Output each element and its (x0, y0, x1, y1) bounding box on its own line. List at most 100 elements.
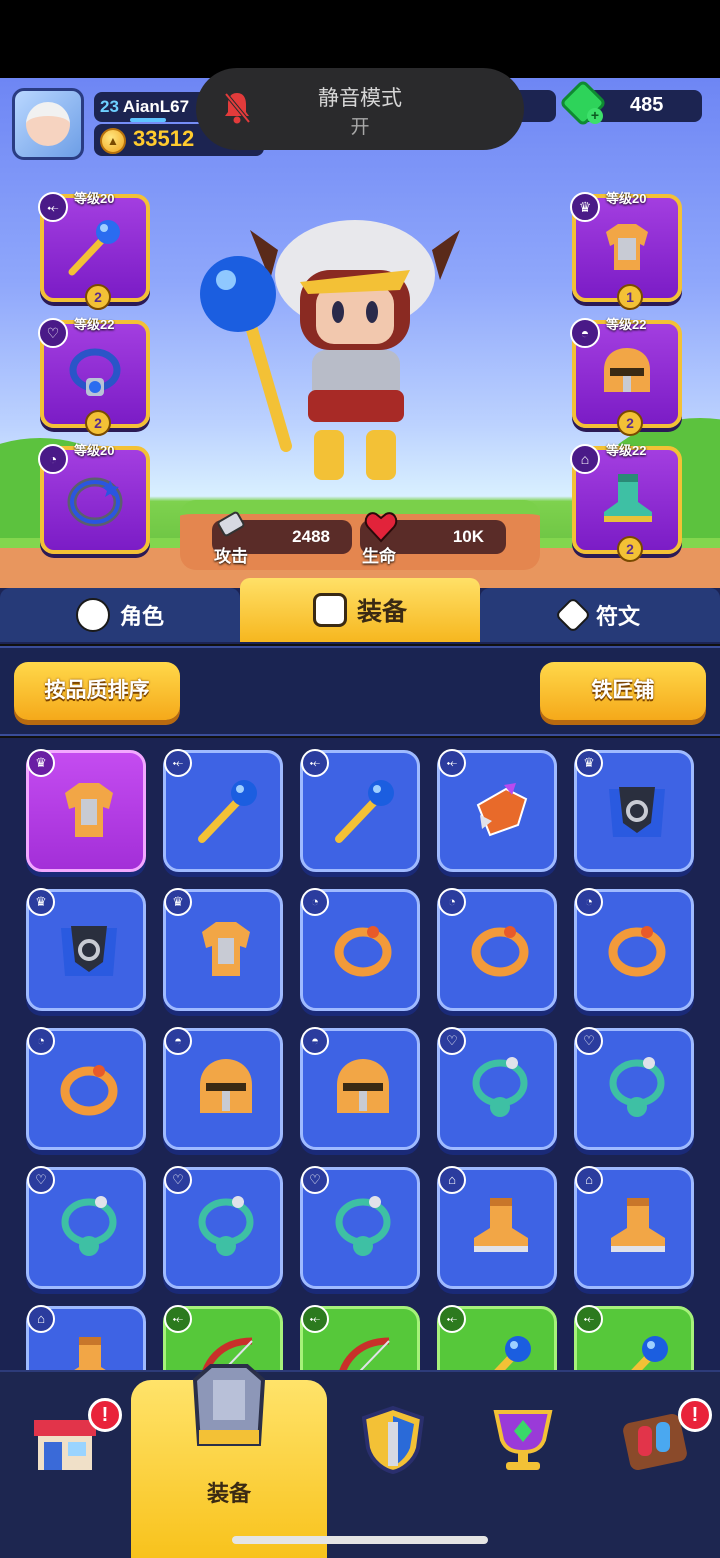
inventory-item[interactable]: ⤝ (437, 749, 557, 872)
inventory-item[interactable]: ◓ (163, 1027, 283, 1150)
inventory-item[interactable]: ⌂ (437, 1166, 557, 1289)
item-type-icon: ◓ (301, 1027, 329, 1055)
inventory-item[interactable]: ♡ (26, 1166, 146, 1289)
slot-helmet[interactable]: 等级22 ◓ 2 (570, 317, 682, 436)
item-type-icon: ⌂ (438, 1166, 466, 1194)
inventory-item[interactable]: ◓ (300, 1027, 420, 1150)
events-alert-badge: ! (678, 1398, 712, 1432)
inventory-item[interactable]: ◔ (574, 888, 694, 1011)
slot-stars: 2 (85, 410, 111, 436)
necklace-icon (61, 1196, 117, 1256)
equipment-tab-icon (312, 593, 347, 627)
inventory-item[interactable]: ⌂ (26, 1305, 146, 1370)
inventory-item[interactable]: ♛ (574, 749, 694, 872)
nav-shop[interactable]: ! (0, 1372, 130, 1558)
helmet-icon (337, 1059, 389, 1113)
xp-bar (130, 118, 166, 122)
slot-armor[interactable]: 等级20 ♛ 1 (570, 191, 682, 310)
inventory-grid: ♛ ⤝ ⤝ ⤝ ♛ ♛ ♛ ◔ ◔ ◔ ◔ ◓ ◓ ♡ ♡ ♡ ♡ ♡ ⌂ ⌂ ⌂ ⤝ ⤝ ⤝ ⤝ (0, 738, 720, 1370)
avatar-face (26, 102, 70, 146)
item-type-icon: ♛ (164, 888, 192, 916)
hp-value: 10K (452, 527, 484, 546)
nav-battle[interactable] (328, 1372, 458, 1558)
armor-icon (202, 922, 250, 976)
gauntlet-icon (476, 783, 528, 837)
slot-stars: 2 (617, 536, 643, 562)
nav-events[interactable]: ! (590, 1372, 720, 1558)
blacksmith-button[interactable]: 铁匠铺 (540, 662, 706, 720)
sort-by-quality-button[interactable]: 按品质排序 (14, 662, 180, 720)
home-indicator[interactable] (232, 1536, 488, 1544)
inventory-item[interactable]: ♡ (300, 1166, 420, 1289)
item-type-icon: ⤝ (164, 1305, 192, 1333)
tab-label: 符文 (595, 604, 640, 629)
item-type-icon: ⤝ (438, 1305, 466, 1333)
inventory-item[interactable]: ⌂ (574, 1166, 694, 1289)
item-type-icon: ♡ (27, 1166, 55, 1194)
staff-icon (335, 780, 394, 843)
shield-sword-icon (361, 1405, 425, 1474)
slot-level: 等级22 (606, 443, 647, 458)
tab-rune[interactable]: 符文 (480, 588, 720, 642)
item-type-icon: ◔ (438, 888, 466, 916)
ring-icon (608, 926, 666, 977)
item-type-icon: ◔ (301, 888, 329, 916)
boots-icon (74, 1337, 106, 1370)
attack-label: 攻击 (214, 547, 248, 566)
inventory-item[interactable]: ⤝ (300, 749, 420, 872)
staff-icon (198, 780, 257, 843)
inventory-toolbar: 按品质排序 铁匠铺 (0, 646, 720, 736)
necklace-icon (198, 1196, 254, 1256)
inventory-item[interactable]: ♡ (574, 1027, 694, 1150)
boots-icon (474, 1198, 528, 1252)
toast-title: 静音模式 (318, 87, 402, 110)
cape-armor-icon (609, 787, 665, 837)
add-gems-icon[interactable]: + (587, 108, 603, 124)
player-level: 23 (100, 97, 119, 116)
silent-mode-toast: 静音模式 开 (196, 68, 524, 150)
cape-armor-icon (61, 926, 117, 976)
inventory-item[interactable]: ♛ (26, 749, 146, 872)
player-name: AianL67 (122, 97, 190, 116)
slot-ring[interactable]: 等级20 ◔ (38, 443, 150, 554)
heart-icon (364, 512, 398, 543)
slot-stars: 1 (617, 284, 643, 310)
tab-equipment[interactable]: 装备 (240, 578, 480, 642)
inventory-item[interactable]: ⤝ (300, 1305, 420, 1370)
attack-stat: 2488 攻击 (212, 511, 352, 566)
inventory-item[interactable]: ♛ (26, 888, 146, 1011)
staff-icon (494, 1336, 531, 1370)
inventory-item[interactable]: ♛ (163, 888, 283, 1011)
slot-weapon[interactable]: 等级20 ⤝ 2 (38, 191, 150, 310)
slot-stars: 2 (85, 284, 111, 310)
tab-character[interactable]: 角色 (0, 588, 240, 642)
rune-tab-icon (554, 596, 592, 634)
slot-level: 等级20 (606, 191, 647, 206)
necklace-icon (69, 348, 121, 396)
armor-icon (606, 224, 648, 270)
avatar[interactable] (12, 88, 84, 160)
status-bar (0, 0, 720, 78)
inventory-item[interactable]: ♡ (163, 1166, 283, 1289)
item-type-icon: ♡ (438, 1027, 466, 1055)
item-type-icon: ⤝ (575, 1305, 603, 1333)
slot-boots[interactable]: 等级22 ⌂ 2 (570, 443, 682, 562)
item-type-icon: ⌂ (575, 1166, 603, 1194)
coin-value: 33512 (133, 126, 195, 151)
necklace-icon (335, 1196, 391, 1256)
item-type-icon: ♛ (27, 749, 55, 777)
item-type-icon: ⤝ (164, 749, 192, 777)
inventory-item[interactable]: ◔ (26, 1027, 146, 1150)
inventory-item[interactable]: ♡ (437, 1027, 557, 1150)
inventory-item[interactable]: ◔ (437, 888, 557, 1011)
nav-equipment[interactable]: 装备 (131, 1364, 327, 1558)
inventory-item[interactable]: ⤝ (163, 749, 283, 872)
inventory-item[interactable]: ◔ (300, 888, 420, 1011)
inventory-item[interactable]: ⤝ (437, 1305, 557, 1370)
nav-trophy[interactable] (458, 1372, 588, 1558)
slot-necklace[interactable]: 等级22 ♡ 2 (38, 317, 150, 436)
inventory-item[interactable]: ⤝ (574, 1305, 694, 1370)
slot-level: 等级20 (74, 191, 115, 206)
tab-bar: 角色 装备 符文 (0, 578, 720, 644)
coin-icon: ▲ (100, 128, 126, 154)
